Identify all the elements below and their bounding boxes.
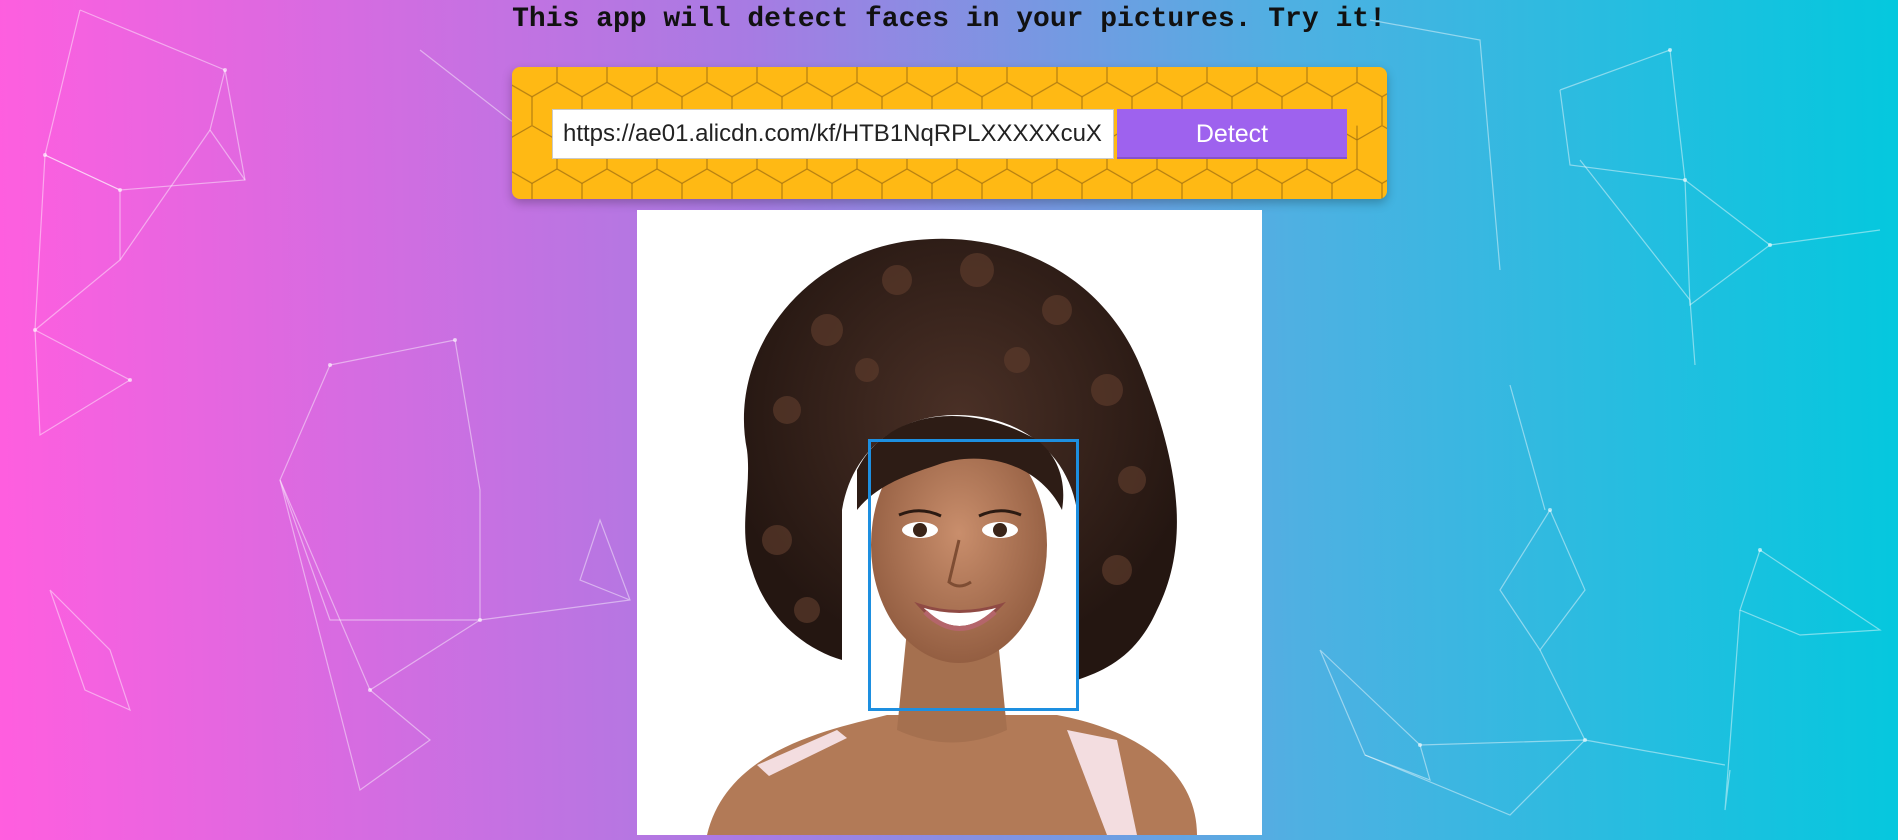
detect-button[interactable]: Detect	[1117, 109, 1347, 159]
url-form: Detect	[512, 67, 1387, 199]
face-bounding-box	[868, 439, 1079, 711]
image-url-input[interactable]	[552, 109, 1114, 159]
page-title: This app will detect faces in your pictu…	[512, 4, 1386, 35]
result-image	[637, 210, 1262, 835]
